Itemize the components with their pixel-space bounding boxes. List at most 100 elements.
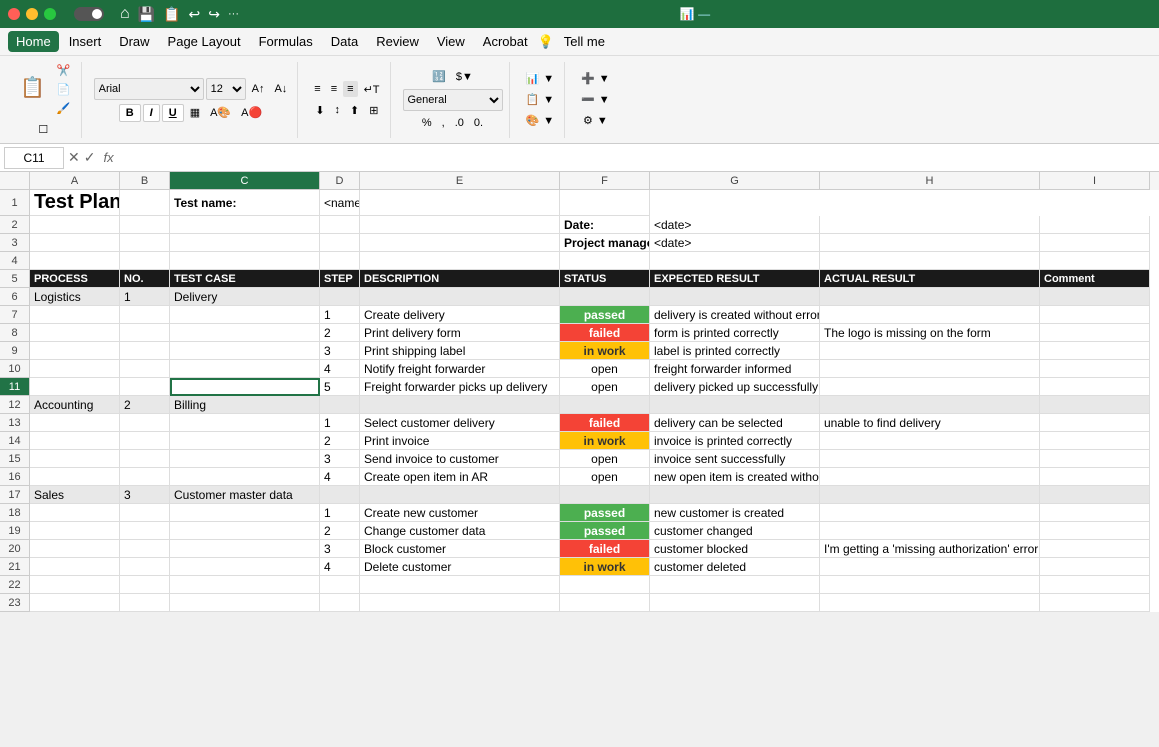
cell-col-h-22[interactable]: [820, 576, 1040, 594]
copy-button[interactable]: 📄: [53, 81, 75, 98]
cell-col-g-8[interactable]: form is printed correctly: [650, 324, 820, 342]
align-middle-button[interactable]: ↕: [331, 102, 345, 118]
cell-col-h-8[interactable]: The logo is missing on the form: [820, 324, 1040, 342]
cell-col-g-21[interactable]: customer deleted: [650, 558, 820, 576]
cell-col-g-13[interactable]: delivery can be selected: [650, 414, 820, 432]
cell-col-f-2[interactable]: Date:: [560, 216, 650, 234]
cell-col-d-19[interactable]: 2: [320, 522, 360, 540]
cell-col-i-18[interactable]: [1040, 504, 1150, 522]
cell-col-f-8[interactable]: failed: [560, 324, 650, 342]
cell-col-f-16[interactable]: open: [560, 468, 650, 486]
cell-col-b-18[interactable]: [120, 504, 170, 522]
cell-col-g-15[interactable]: invoice sent successfully: [650, 450, 820, 468]
cell-col-e-19[interactable]: Change customer data: [360, 522, 560, 540]
format-painter-button[interactable]: 🖌️: [53, 100, 75, 117]
cancel-formula-icon[interactable]: ✕: [68, 149, 80, 166]
cell-col-b-9[interactable]: [120, 342, 170, 360]
cell-col-f-22[interactable]: [560, 576, 650, 594]
cell-col-i-11[interactable]: [1040, 378, 1150, 396]
cell-col-a-6[interactable]: Logistics: [30, 288, 120, 306]
cell-col-e-23[interactable]: [360, 594, 560, 612]
cell-col-i-15[interactable]: [1040, 450, 1150, 468]
cell-col-h-15[interactable]: [820, 450, 1040, 468]
cell-col-g-18[interactable]: new customer is created: [650, 504, 820, 522]
cell-col-i-20[interactable]: [1040, 540, 1150, 558]
cell-col-c-22[interactable]: [170, 576, 320, 594]
cell-col-b-21[interactable]: [120, 558, 170, 576]
cell-col-h-7[interactable]: [820, 306, 1040, 324]
cell-col-i-8[interactable]: [1040, 324, 1150, 342]
maximize-button[interactable]: [44, 8, 56, 20]
cell-col-f-6[interactable]: [560, 288, 650, 306]
close-button[interactable]: [8, 8, 20, 20]
col-header-e[interactable]: E: [360, 172, 560, 190]
accounting-button[interactable]: $▼: [452, 69, 477, 85]
cell-col-e-22[interactable]: [360, 576, 560, 594]
align-right-button[interactable]: ≡: [343, 81, 357, 97]
cell-col-g-11[interactable]: delivery picked up successfully: [650, 378, 820, 396]
cell-col-g-22[interactable]: [650, 576, 820, 594]
format-cell-button[interactable]: ⚙ ▼: [579, 112, 612, 129]
col-header-h[interactable]: H: [820, 172, 1040, 190]
cell-col-c-6[interactable]: Delivery: [170, 288, 320, 306]
cell-col-g-6[interactable]: [650, 288, 820, 306]
cell-col-h-12[interactable]: [820, 396, 1040, 414]
cell-col-c-7[interactable]: [170, 306, 320, 324]
cell-col-i-19[interactable]: [1040, 522, 1150, 540]
minimize-button[interactable]: [26, 8, 38, 20]
cell-col-c-9[interactable]: [170, 342, 320, 360]
cell-col-f-11[interactable]: open: [560, 378, 650, 396]
cell-col-c-19[interactable]: [170, 522, 320, 540]
cell-col-f-9[interactable]: in work: [560, 342, 650, 360]
cell-col-a-5[interactable]: PROCESS: [30, 270, 120, 288]
col-header-a[interactable]: A: [30, 172, 120, 190]
cell-col-d-8[interactable]: 2: [320, 324, 360, 342]
font-name-select[interactable]: Arial: [94, 78, 204, 100]
cell-col-c-21[interactable]: [170, 558, 320, 576]
cell-col-a-23[interactable]: [30, 594, 120, 612]
cell-col-g-2[interactable]: <date>: [650, 216, 820, 234]
cell-col-i-12[interactable]: [1040, 396, 1150, 414]
cell-col-c-15[interactable]: [170, 450, 320, 468]
cell-col-a-11[interactable]: [30, 378, 120, 396]
cell-col-c-2[interactable]: [170, 216, 320, 234]
cell-col-b-2[interactable]: [120, 216, 170, 234]
cell-col-d-6[interactable]: [320, 288, 360, 306]
cell-col-h-9[interactable]: [820, 342, 1040, 360]
align-top-button[interactable]: ⬆: [346, 102, 363, 119]
cell-col-c-16[interactable]: [170, 468, 320, 486]
cell-col-h-14[interactable]: [820, 432, 1040, 450]
cell-col-b-15[interactable]: [120, 450, 170, 468]
increase-font-button[interactable]: A↑: [248, 81, 269, 97]
cell-col-h-19[interactable]: [820, 522, 1040, 540]
cell-col-c-3[interactable]: [170, 234, 320, 252]
cell-col-f-15[interactable]: open: [560, 450, 650, 468]
menu-draw[interactable]: Draw: [111, 31, 157, 52]
cell-reference-input[interactable]: [4, 147, 64, 169]
cell-col-d-14[interactable]: 2: [320, 432, 360, 450]
cell-col-e-13[interactable]: Select customer delivery: [360, 414, 560, 432]
cell-col-g-20[interactable]: customer blocked: [650, 540, 820, 558]
cell-col-c-10[interactable]: [170, 360, 320, 378]
cell-col-b-19[interactable]: [120, 522, 170, 540]
cell-col-b-14[interactable]: [120, 432, 170, 450]
cell-col-e-11[interactable]: Freight forwarder picks up delivery: [360, 378, 560, 396]
cell-col-b-22[interactable]: [120, 576, 170, 594]
cell-col-a-22[interactable]: [30, 576, 120, 594]
cell-col-i-16[interactable]: [1040, 468, 1150, 486]
cell-col-a-9[interactable]: [30, 342, 120, 360]
cell-col-d-3[interactable]: [320, 234, 360, 252]
cell-col-g-12[interactable]: [650, 396, 820, 414]
menu-insert[interactable]: Insert: [61, 31, 110, 52]
cell-col-d-4[interactable]: [320, 252, 360, 270]
cell-col-b-5[interactable]: NO.: [120, 270, 170, 288]
cell-col-f-21[interactable]: in work: [560, 558, 650, 576]
comma-button[interactable]: ,: [438, 115, 449, 131]
cell-col-h-6[interactable]: [820, 288, 1040, 306]
cell-col-e-10[interactable]: Notify freight forwarder: [360, 360, 560, 378]
cell-col-c-20[interactable]: [170, 540, 320, 558]
number-format-special-button[interactable]: 🔢: [428, 68, 450, 85]
cell-col-d-21[interactable]: 4: [320, 558, 360, 576]
cell-col-e-14[interactable]: Print invoice: [360, 432, 560, 450]
col-header-c[interactable]: C: [170, 172, 320, 190]
